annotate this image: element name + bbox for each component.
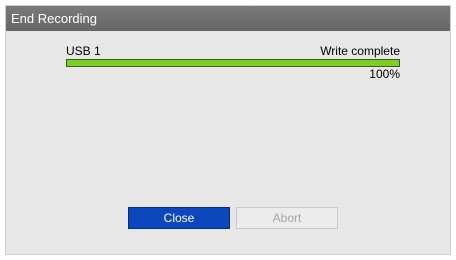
progress-fill [67,60,399,66]
device-progress-row: USB 1 Write complete 100% [66,44,400,81]
close-button[interactable]: Close [128,207,230,229]
device-labels: USB 1 Write complete [66,44,400,58]
abort-button: Abort [236,207,338,229]
device-name: USB 1 [66,44,101,58]
progress-bar [66,59,400,67]
dialog-body: USB 1 Write complete 100% Close Abort [6,31,450,255]
dialog-title: End Recording [6,6,450,31]
button-row: Close Abort [128,207,338,229]
end-recording-dialog: End Recording USB 1 Write complete 100% … [5,5,451,255]
progress-percent: 100% [369,67,400,81]
write-status: Write complete [320,44,400,58]
